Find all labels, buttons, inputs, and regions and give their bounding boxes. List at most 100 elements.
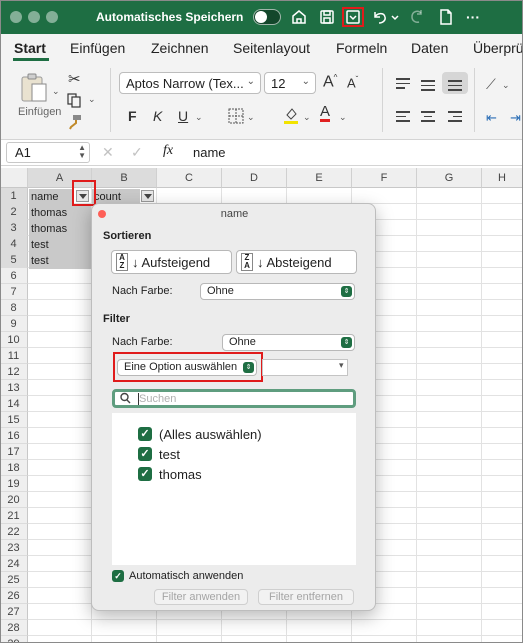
row-header-25[interactable]: 25 (0, 572, 28, 588)
font-name-select[interactable]: Aptos Narrow (Tex... ⌄ (119, 72, 261, 94)
borders-chevron-icon[interactable]: ⌄ (247, 112, 255, 123)
row-header-3[interactable]: 3 (0, 220, 28, 236)
list-item-select-all[interactable]: ✓ (Alles auswählen) (138, 426, 262, 442)
formula-input[interactable]: name (193, 145, 226, 160)
bold-button[interactable]: F (128, 108, 137, 124)
row-header-16[interactable]: 16 (0, 428, 28, 444)
tab-zeichnen[interactable]: Zeichnen (151, 40, 209, 56)
row-header-24[interactable]: 24 (0, 556, 28, 572)
search-field[interactable] (112, 389, 356, 408)
row-header-18[interactable]: 18 (0, 460, 28, 476)
row-header-22[interactable]: 22 (0, 524, 28, 540)
copy-icon[interactable] (66, 92, 82, 111)
new-document-icon[interactable] (438, 8, 454, 26)
row-header-12[interactable]: 12 (0, 364, 28, 380)
row-header-14[interactable]: 14 (0, 396, 28, 412)
align-middle-icon[interactable] (421, 80, 435, 94)
cut-icon[interactable]: ✂ (68, 70, 81, 88)
increase-indent-icon[interactable]: ⇥ (510, 110, 521, 126)
checkbox-checked-icon[interactable]: ✓ (138, 427, 152, 441)
row-header-10[interactable]: 10 (0, 332, 28, 348)
font-size-select[interactable]: 12 ⌄ (264, 72, 316, 94)
sort-descending-button[interactable]: Z A ↓ Absteigend (236, 250, 357, 274)
column-header-f[interactable]: F (352, 168, 417, 188)
row-header-9[interactable]: 9 (0, 316, 28, 332)
paste-dropdown-chevron-icon[interactable]: ⌄ (52, 86, 60, 97)
checkbox-checked-icon[interactable]: ✓ (138, 447, 152, 461)
cell-a3[interactable]: thomas (29, 221, 91, 237)
fill-color-chevron-icon[interactable]: ⌄ (303, 112, 311, 123)
sort-by-color-select[interactable]: Ohne ⇕ (200, 283, 355, 300)
row-header-19[interactable]: 19 (0, 476, 28, 492)
row-header-27[interactable]: 27 (0, 604, 28, 620)
row-header-7[interactable]: 7 (0, 284, 28, 300)
undo-icon[interactable] (370, 8, 390, 26)
row-header-17[interactable]: 17 (0, 444, 28, 460)
align-center-icon[interactable] (421, 111, 435, 125)
filter-by-color-select[interactable]: Ohne ⇕ (222, 334, 355, 351)
select-all-corner[interactable] (0, 168, 28, 188)
row-header-15[interactable]: 15 (0, 412, 28, 428)
save-icon[interactable] (318, 8, 336, 26)
column-header-b[interactable]: B (92, 168, 157, 188)
italic-button[interactable]: K (153, 108, 162, 124)
row-header-11[interactable]: 11 (0, 348, 28, 364)
copy-dropdown-chevron-icon[interactable]: ⌄ (88, 94, 96, 105)
row-header-2[interactable]: 2 (0, 204, 28, 220)
list-item-thomas[interactable]: ✓ thomas (138, 466, 202, 482)
decrease-indent-icon[interactable]: ⇤ (486, 110, 497, 126)
align-left-icon[interactable] (396, 111, 410, 125)
row-header-28[interactable]: 28 (0, 620, 28, 636)
cell-a1[interactable]: name (29, 189, 72, 205)
insert-function-button[interactable]: fx (163, 143, 173, 159)
window-close-button[interactable] (10, 11, 22, 23)
orientation-icon[interactable]: ⟋ (486, 76, 496, 93)
more-options-icon[interactable]: ··· (466, 8, 480, 26)
name-box[interactable]: A1 ▲ ▼ (6, 142, 90, 163)
auto-apply-option[interactable]: ✓ Automatisch anwenden (112, 570, 243, 582)
column-header-e[interactable]: E (287, 168, 352, 188)
row-header-13[interactable]: 13 (0, 380, 28, 396)
tab-start[interactable]: Start (14, 40, 46, 56)
format-painter-icon[interactable] (67, 114, 83, 133)
window-zoom-button[interactable] (46, 11, 58, 23)
underline-chevron-icon[interactable]: ⌄ (195, 112, 203, 123)
decrease-font-size-button[interactable]: Aˇ (347, 75, 358, 90)
search-input[interactable] (139, 392, 339, 405)
tab-formeln[interactable]: Formeln (336, 40, 387, 56)
font-color-chevron-icon[interactable]: ⌄ (339, 112, 347, 123)
paste-icon[interactable] (19, 72, 49, 107)
row-header-6[interactable]: 6 (0, 268, 28, 284)
cell-a5[interactable]: test (29, 253, 91, 269)
auto-apply-checkbox-icon[interactable]: ✓ (112, 570, 124, 582)
increase-font-size-button[interactable]: A^ (323, 73, 337, 91)
cell-a4[interactable]: test (29, 237, 91, 253)
cell-a2[interactable]: thomas (29, 205, 91, 221)
row-header-1[interactable]: 1 (0, 188, 28, 204)
column-header-g[interactable]: G (417, 168, 482, 188)
underline-button[interactable]: U (178, 108, 188, 124)
list-item-test[interactable]: ✓ test (138, 446, 180, 462)
column-header-d[interactable]: D (222, 168, 287, 188)
row-header-26[interactable]: 26 (0, 588, 28, 604)
row-header-4[interactable]: 4 (0, 236, 28, 252)
sort-ascending-button[interactable]: A Z ↓ Aufsteigend (111, 250, 232, 274)
row-header-23[interactable]: 23 (0, 540, 28, 556)
borders-icon[interactable] (228, 108, 244, 127)
orientation-chevron-icon[interactable]: ⌄ (502, 80, 510, 91)
home-icon[interactable] (290, 8, 308, 26)
row-header-5[interactable]: 5 (0, 252, 28, 268)
filter-criteria-chevron-icon[interactable]: ▾ (339, 360, 344, 371)
row-header-21[interactable]: 21 (0, 508, 28, 524)
column-header-c[interactable]: C (157, 168, 222, 188)
filter-criteria-input[interactable] (262, 359, 348, 376)
tab-seitenlayout[interactable]: Seitenlayout (233, 40, 310, 56)
align-top-icon[interactable] (396, 78, 410, 92)
fill-color-icon[interactable] (283, 106, 299, 127)
name-box-stepper-icon[interactable]: ▲ ▼ (78, 144, 86, 160)
undo-dropdown-chevron-icon[interactable] (391, 8, 399, 26)
tab-ueberpruefen[interactable]: Überprü (473, 40, 523, 56)
tab-einfuegen[interactable]: Einfügen (70, 40, 125, 56)
checkbox-checked-icon[interactable]: ✓ (138, 467, 152, 481)
autosave-toggle[interactable] (253, 9, 281, 25)
